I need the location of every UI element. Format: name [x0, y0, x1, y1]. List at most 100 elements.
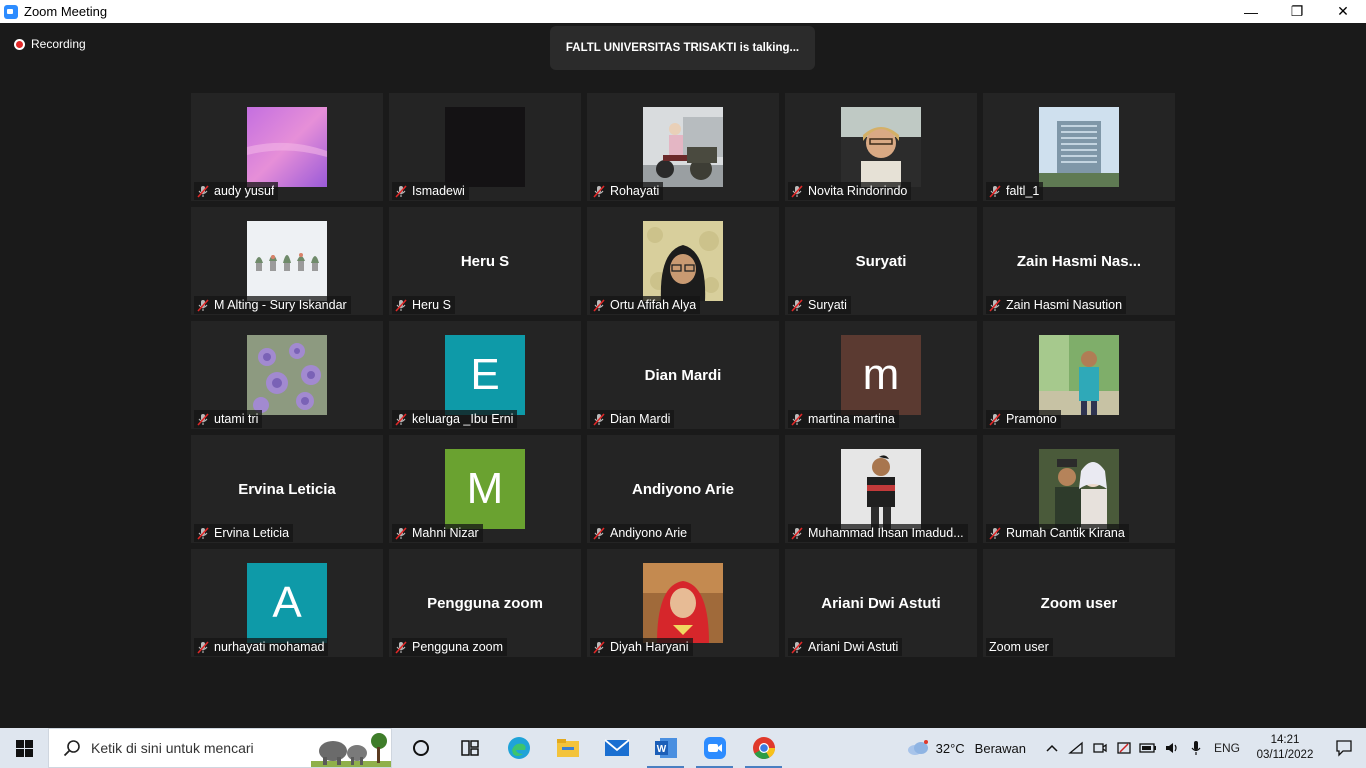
- clock[interactable]: 14:21 03/11/2022: [1248, 733, 1322, 763]
- file-explorer-button[interactable]: [543, 728, 592, 768]
- display-name-text: Zain Hasmi Nas...: [1016, 252, 1142, 270]
- participant-tile[interactable]: m martina martina: [785, 321, 977, 429]
- show-hidden-icons-button[interactable]: [1040, 728, 1064, 768]
- notification-center-button[interactable]: [1322, 728, 1366, 768]
- display-name-text: Ervina Leticia: [238, 480, 336, 498]
- participant-tile[interactable]: Ervina Leticia Ervina Leticia: [191, 435, 383, 543]
- participant-name-label: keluarga _Ibu Erni: [392, 410, 518, 428]
- participant-name: Dian Mardi: [610, 412, 671, 426]
- participant-photo: [247, 221, 327, 301]
- muted-mic-icon: [197, 640, 209, 654]
- mail-button[interactable]: [592, 728, 641, 768]
- zoom-app-icon: [4, 4, 18, 19]
- participant-photo: [1039, 449, 1119, 529]
- window-controls: — ❐ ✕: [1228, 0, 1366, 23]
- close-button[interactable]: ✕: [1320, 0, 1366, 23]
- file-explorer-icon: [556, 739, 579, 757]
- participant-name-label: Novita Rindorindo: [788, 182, 912, 200]
- gallery-grid: audy yusuf Ismadewi Rohayati Novita Rindori…: [191, 93, 1175, 657]
- chrome-button[interactable]: [739, 728, 788, 768]
- search-icon: [63, 740, 80, 757]
- microphone-button[interactable]: [1184, 728, 1208, 768]
- muted-mic-icon: [791, 298, 803, 312]
- chrome-icon: [752, 737, 775, 759]
- cortana-button[interactable]: [396, 728, 445, 768]
- maximize-button[interactable]: ❐: [1274, 0, 1320, 23]
- meet-now-button[interactable]: [1088, 728, 1112, 768]
- task-view-button[interactable]: [445, 728, 494, 768]
- participant-name-label: Rohayati: [590, 182, 664, 200]
- participant-name: Muhammad Ihsan Imadud...: [808, 526, 964, 540]
- display-name-text: Dian Mardi: [644, 366, 722, 384]
- weather-widget[interactable]: 32°C Berawan: [906, 739, 1026, 757]
- muted-mic-icon: [791, 640, 803, 654]
- participant-name-label: Ismadewi: [392, 182, 469, 200]
- participant-name: Ortu Afifah Alya: [610, 298, 697, 312]
- recording-label: Recording: [31, 37, 86, 51]
- taskbar-search-box[interactable]: Ketik di sini untuk mencari: [48, 728, 392, 768]
- device-icon: [1117, 742, 1131, 754]
- participant-tile[interactable]: Dian Mardi Dian Mardi: [587, 321, 779, 429]
- system-tray: 32°C Berawan ENG 14:21 03/11/2022: [906, 728, 1366, 768]
- participant-tile[interactable]: Zoom user Zoom user: [983, 549, 1175, 657]
- meeting-view: Recording FALTL UNIVERSITAS TRISAKTI is …: [0, 23, 1366, 728]
- muted-mic-icon: [989, 184, 1001, 198]
- recording-dot-icon: [14, 38, 25, 50]
- avatar-letter: M: [466, 464, 504, 513]
- recording-indicator[interactable]: Recording: [14, 37, 86, 51]
- participant-tile[interactable]: Ekeluarga _Ibu Erni: [389, 321, 581, 429]
- participant-tile[interactable]: Pengguna zoom Pengguna zoom: [389, 549, 581, 657]
- display-name-text: Zoom user: [1040, 594, 1118, 612]
- muted-mic-icon: [395, 640, 407, 654]
- participant-tile[interactable]: M Mahni Nizar: [389, 435, 581, 543]
- start-button[interactable]: [0, 728, 48, 768]
- participant-tile[interactable]: Zain Hasmi Nas... Zain Hasmi Nasution: [983, 207, 1175, 315]
- display-name-text: Pengguna zoom: [427, 594, 543, 612]
- participant-name-label: Ervina Leticia: [194, 524, 294, 542]
- participant-tile[interactable]: utami tri: [191, 321, 383, 429]
- participant-tile[interactable]: Diyah Haryani: [587, 549, 779, 657]
- participant-name: Zoom user: [989, 640, 1049, 654]
- participant-tile[interactable]: Rumah Cantik Kirana: [983, 435, 1175, 543]
- participant-photo: [445, 107, 525, 187]
- participant-avatar: A: [247, 563, 327, 643]
- participant-tile[interactable]: Suryati Suryati: [785, 207, 977, 315]
- participant-tile[interactable]: audy yusuf: [191, 93, 383, 201]
- participant-tile[interactable]: Anurhayati mohamad: [191, 549, 383, 657]
- muted-mic-icon: [593, 640, 605, 654]
- participant-tile[interactable]: Ariani Dwi Astuti Ariani Dwi Astuti: [785, 549, 977, 657]
- participant-name-label: Rumah Cantik Kirana: [986, 524, 1129, 542]
- participant-tile[interactable]: Pramono: [983, 321, 1175, 429]
- muted-mic-icon: [395, 526, 407, 540]
- participant-name-label: faltl_1: [986, 182, 1044, 200]
- participant-tile[interactable]: Rohayati: [587, 93, 779, 201]
- participant-tile[interactable]: Novita Rindorindo: [785, 93, 977, 201]
- minimize-button[interactable]: —: [1228, 0, 1274, 23]
- participant-tile[interactable]: Ismadewi: [389, 93, 581, 201]
- language-indicator[interactable]: ENG: [1214, 741, 1240, 755]
- participant-tile[interactable]: Ortu Afifah Alya: [587, 207, 779, 315]
- zoom-button[interactable]: [690, 728, 739, 768]
- participant-photo: [643, 107, 723, 187]
- participant-name: keluarga _Ibu Erni: [412, 412, 514, 426]
- participant-tile[interactable]: Heru S Heru S: [389, 207, 581, 315]
- participant-name: nurhayati mohamad: [214, 640, 325, 654]
- clock-time: 14:21: [1270, 734, 1300, 746]
- battery-button[interactable]: [1136, 728, 1160, 768]
- participant-tile[interactable]: Andiyono Arie Andiyono Arie: [587, 435, 779, 543]
- participant-tile[interactable]: faltl_1: [983, 93, 1175, 201]
- participant-tile[interactable]: M Alting - Sury Iskandar: [191, 207, 383, 315]
- muted-mic-icon: [593, 412, 605, 426]
- display-name-text: Ariani Dwi Astuti: [821, 594, 941, 612]
- edge-button[interactable]: [494, 728, 543, 768]
- participant-photo: [247, 107, 327, 187]
- participant-tile[interactable]: Muhammad Ihsan Imadud...: [785, 435, 977, 543]
- muted-mic-icon: [395, 298, 407, 312]
- participant-name-label: Andiyono Arie: [590, 524, 692, 542]
- volume-button[interactable]: [1160, 728, 1184, 768]
- word-button[interactable]: W: [641, 728, 690, 768]
- task-view-icon: [460, 740, 479, 756]
- participant-name: Ismadewi: [412, 184, 465, 198]
- device-button[interactable]: [1112, 728, 1136, 768]
- wifi-button[interactable]: [1064, 728, 1088, 768]
